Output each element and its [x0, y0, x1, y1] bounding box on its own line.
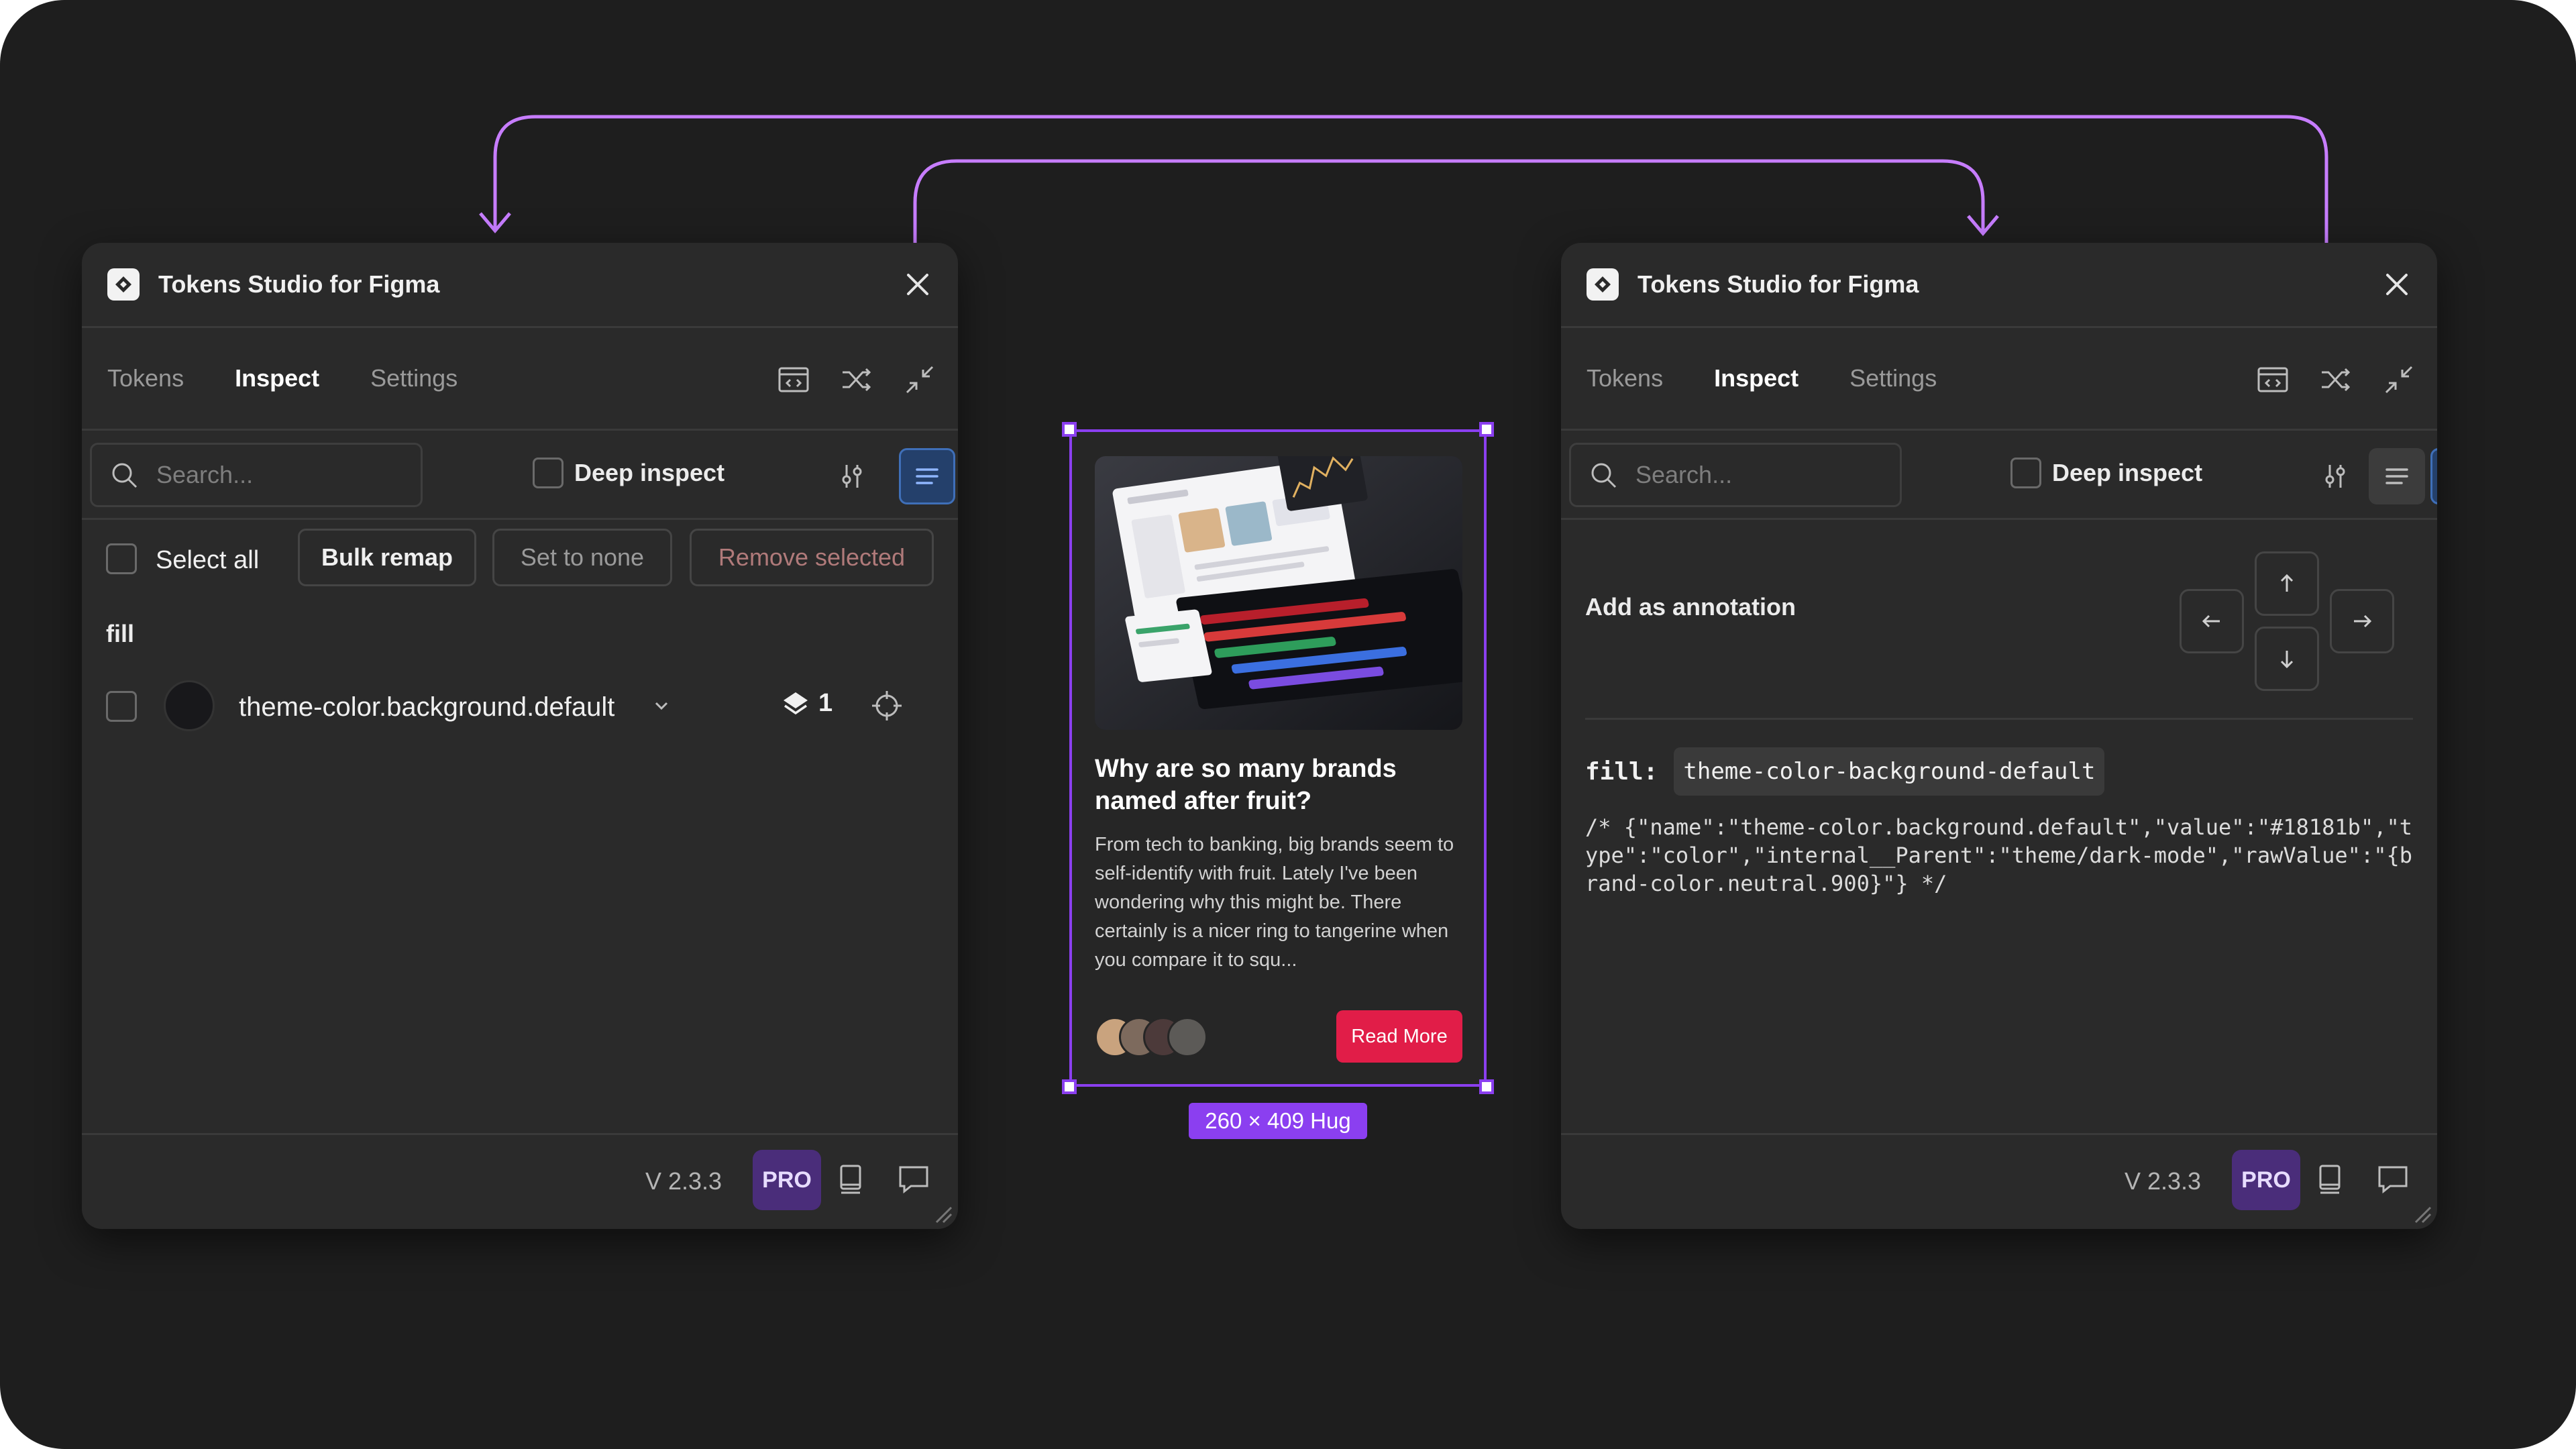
plugin-title: Tokens Studio for Figma — [158, 270, 440, 298]
wire-arrow-left — [479, 212, 511, 233]
layer-count-value: 1 — [818, 688, 833, 717]
pro-badge[interactable]: PRO — [2232, 1150, 2300, 1210]
list-icon — [2385, 468, 2408, 484]
select-all-label: Select all — [156, 546, 260, 574]
filter-settings-button[interactable] — [824, 448, 880, 504]
annotate-top-button[interactable] — [2255, 551, 2319, 616]
arrow-right-icon — [2354, 614, 2372, 628]
sliders-icon — [842, 465, 862, 488]
chevron-down-icon[interactable] — [645, 690, 678, 722]
divider — [1585, 718, 2413, 720]
layers-icon — [784, 692, 808, 715]
dimensions-badge: 260 × 409 Hug — [1189, 1103, 1367, 1139]
annotation-view-button[interactable] — [2430, 448, 2437, 504]
sliders-icon — [2325, 465, 2345, 488]
tab-bar: Tokens Inspect Settings — [1561, 328, 2437, 431]
search-icon — [1591, 463, 1617, 488]
deep-inspect-toggle[interactable]: Deep inspect — [2010, 458, 2202, 488]
color-swatch — [164, 680, 215, 731]
deep-inspect-checkbox[interactable] — [533, 458, 564, 488]
tab-tokens[interactable]: Tokens — [1587, 364, 1663, 392]
close-icon[interactable] — [2381, 268, 2413, 301]
deep-inspect-label: Deep inspect — [2052, 459, 2203, 486]
feedback-icon[interactable] — [2374, 1161, 2412, 1198]
collapse-icon[interactable] — [2381, 362, 2417, 398]
resize-handle-icon[interactable] — [2412, 1203, 2432, 1224]
tokens-studio-logo-icon — [107, 268, 140, 301]
list-view-button[interactable] — [2369, 448, 2425, 504]
pro-badge[interactable]: PRO — [753, 1150, 821, 1210]
arrow-left-icon — [2202, 614, 2220, 628]
close-icon[interactable] — [902, 268, 934, 301]
select-all-checkbox[interactable] — [106, 543, 137, 574]
selection-handle[interactable] — [1062, 1079, 1077, 1094]
selection-handle[interactable] — [1062, 422, 1077, 437]
wire-arrow-right — [1967, 215, 1999, 236]
footer: V 2.3.3 PRO — [1561, 1133, 2437, 1229]
deep-inspect-label: Deep inspect — [574, 459, 725, 486]
book-icon[interactable] — [832, 1161, 869, 1198]
annotate-bottom-button[interactable] — [2255, 627, 2319, 691]
book-icon[interactable] — [2311, 1161, 2349, 1198]
canvas: Tokens Studio for Figma Tokens Inspect S… — [0, 0, 2576, 1449]
deep-inspect-checkbox[interactable] — [2010, 458, 2041, 488]
version-label: V 2.3.3 — [645, 1167, 722, 1195]
bulk-actions: Select all Bulk remap Set to none Remove… — [82, 518, 958, 598]
shuffle-icon[interactable] — [839, 362, 875, 398]
tokens-studio-logo-icon — [1587, 268, 1619, 301]
selection-frame — [1069, 429, 1487, 1087]
feedback-icon[interactable] — [895, 1161, 932, 1198]
token-json-comment: /* {"name":"theme-color.background.defau… — [1585, 814, 2412, 896]
css-property-value[interactable]: theme-color-background-default — [1674, 747, 2105, 796]
search-icon — [112, 463, 138, 488]
arrow-up-icon — [2280, 574, 2294, 592]
plugin-window-right: Tokens Studio for Figma Tokens Inspect S… — [1561, 243, 2437, 1229]
code-window-icon[interactable] — [2255, 362, 2291, 398]
token-row: theme-color.background.default 1 — [82, 672, 958, 739]
search-input[interactable] — [1634, 460, 1892, 490]
plugin-window-left: Tokens Studio for Figma Tokens Inspect S… — [82, 243, 958, 1229]
deep-inspect-toggle[interactable]: Deep inspect — [533, 458, 724, 488]
layer-count: 1 — [780, 687, 833, 719]
search-input[interactable] — [155, 460, 413, 490]
tab-settings[interactable]: Settings — [370, 364, 458, 392]
tab-bar: Tokens Inspect Settings — [82, 328, 958, 431]
css-property-key: fill: — [1585, 757, 1658, 786]
tab-tokens[interactable]: Tokens — [107, 364, 184, 392]
token-name: theme-color.background.default — [239, 692, 615, 722]
selection-handle[interactable] — [1479, 422, 1494, 437]
search-field — [90, 443, 423, 507]
fill-group-label: fill — [106, 620, 134, 647]
arrow-down-icon — [2280, 651, 2294, 669]
remove-selected-button[interactable]: Remove selected — [690, 529, 934, 586]
tab-settings[interactable]: Settings — [1849, 364, 1937, 392]
annotate-left-button[interactable] — [2180, 589, 2244, 653]
list-view-button[interactable] — [899, 448, 955, 504]
add-as-annotation-label: Add as annotation — [1585, 593, 1796, 621]
list-icon — [916, 468, 938, 484]
shuffle-icon[interactable] — [2318, 362, 2354, 398]
titlebar: Tokens Studio for Figma — [82, 243, 958, 328]
selection-handle[interactable] — [1479, 1079, 1494, 1094]
titlebar: Tokens Studio for Figma — [1561, 243, 2437, 328]
collapse-icon[interactable] — [902, 362, 938, 398]
inspect-toolbar: Deep inspect — [1561, 431, 2437, 520]
filter-settings-button[interactable] — [2307, 448, 2363, 504]
tab-inspect[interactable]: Inspect — [1714, 364, 1799, 392]
footer: V 2.3.3 PRO — [82, 1133, 958, 1229]
inspect-toolbar: Deep inspect — [82, 431, 958, 520]
plugin-title: Tokens Studio for Figma — [1638, 270, 1919, 298]
bulk-remap-button[interactable]: Bulk remap — [298, 529, 476, 586]
resize-handle-icon[interactable] — [932, 1203, 953, 1224]
search-field — [1569, 443, 1902, 507]
crosshair-icon[interactable] — [868, 687, 906, 724]
css-property-row: fill: theme-color-background-default — [1585, 747, 2105, 796]
annotate-right-button[interactable] — [2330, 589, 2394, 653]
tab-inspect[interactable]: Inspect — [235, 364, 319, 392]
version-label: V 2.3.3 — [2125, 1167, 2202, 1195]
set-to-none-button[interactable]: Set to none — [492, 529, 672, 586]
code-window-icon[interactable] — [775, 362, 812, 398]
token-row-checkbox[interactable] — [106, 691, 137, 722]
